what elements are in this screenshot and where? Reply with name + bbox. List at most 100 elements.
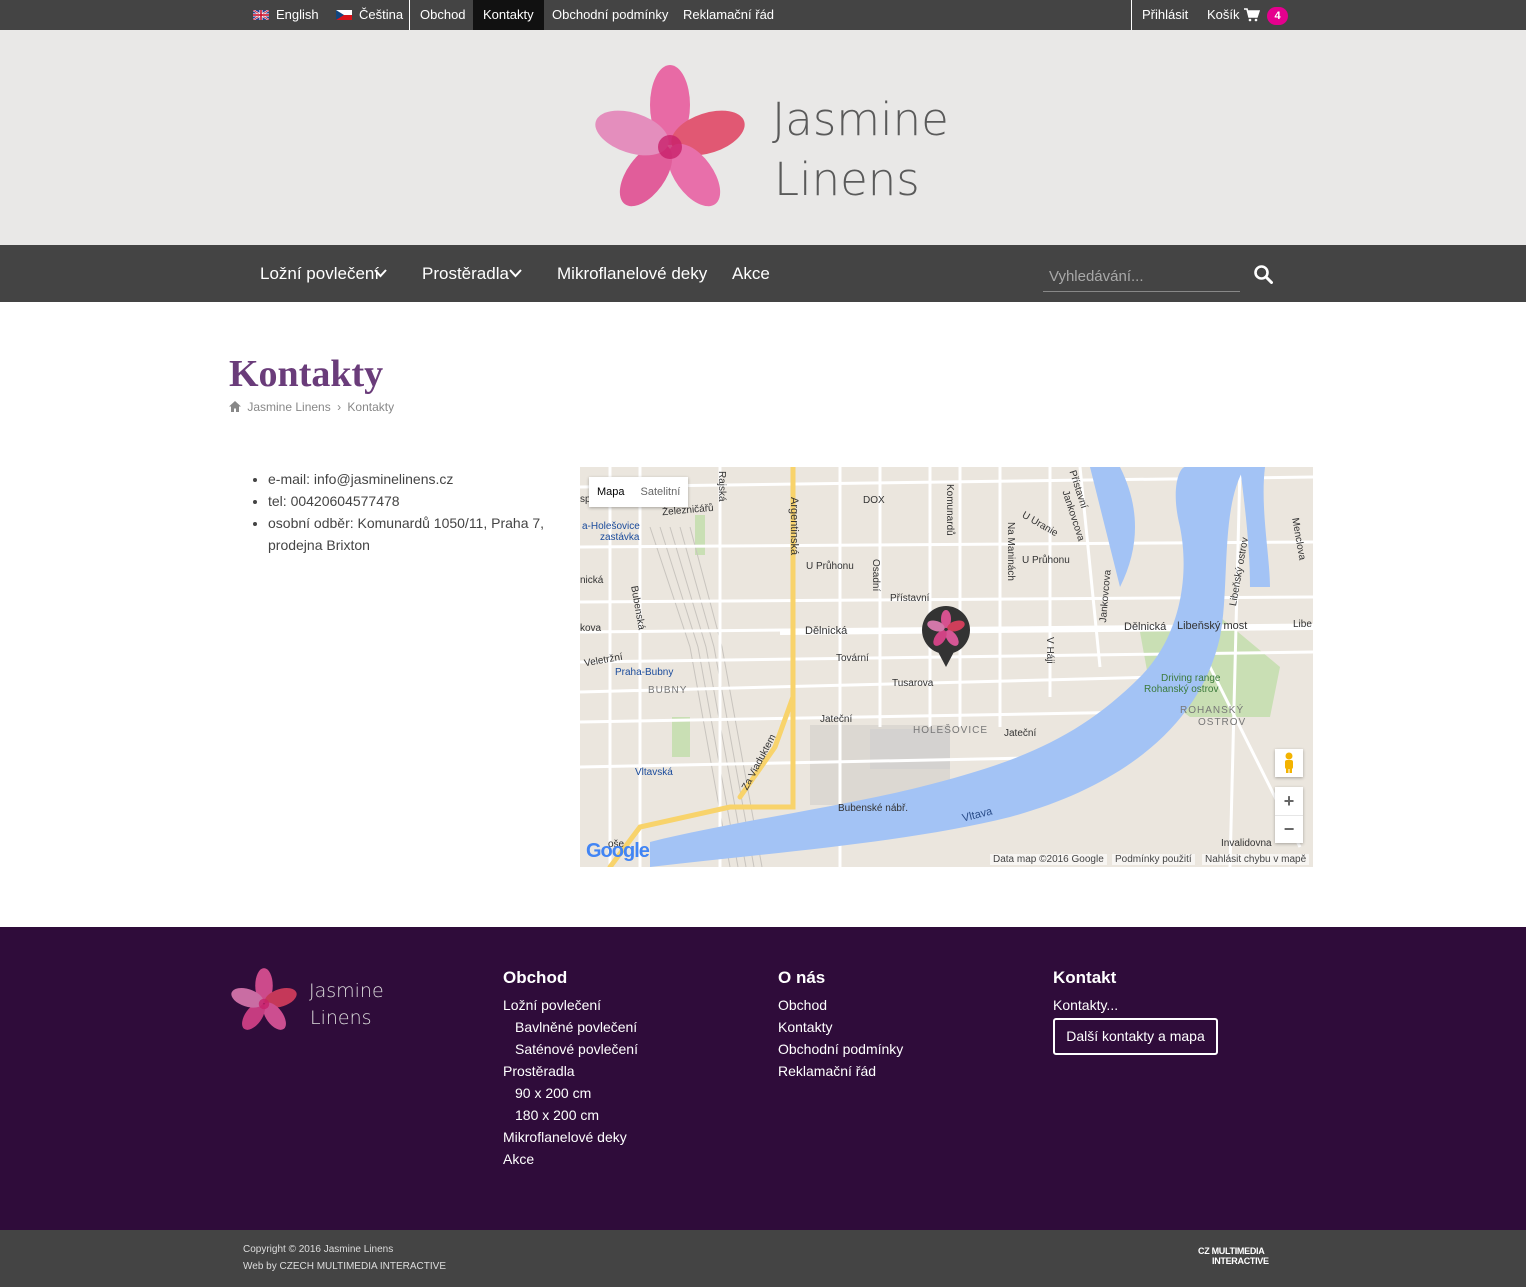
map-terms-link[interactable]: Podmínky použití	[1112, 854, 1195, 865]
footer-link[interactable]: Kontakty	[778, 1019, 832, 1035]
map-label: Jateční	[1004, 728, 1037, 739]
breadcrumb-separator-icon: ›	[337, 400, 342, 414]
cart-icon[interactable]	[1244, 8, 1260, 22]
map-data-attribution: Data map ©2016 Google	[990, 854, 1107, 865]
map-type-switch: Mapa Satelitní	[589, 477, 689, 507]
zoom-in-button[interactable]: +	[1275, 787, 1303, 815]
map-label: Jateční	[820, 714, 853, 725]
map-label: BUBNY	[648, 685, 688, 696]
lang-english[interactable]: English	[276, 0, 319, 30]
breadcrumb-current: Kontakty	[347, 400, 395, 414]
map-label: Dělnická	[805, 625, 848, 637]
lang-czech[interactable]: Čeština	[359, 0, 403, 30]
cz-flag-icon	[336, 10, 352, 20]
top-link-obchodni-podminky[interactable]: Obchodní podmínky	[552, 0, 668, 30]
google-logo[interactable]: Google	[586, 840, 650, 863]
map-label: kova	[580, 623, 602, 634]
footer-brand-line1: Jasmine	[309, 980, 384, 1002]
bottom-bar: Copyright © 2016 Jasmine Linens Web by C…	[0, 1230, 1526, 1287]
map-label: a-Holešovice	[582, 521, 640, 532]
footer-link[interactable]: Reklamační řád	[778, 1063, 876, 1079]
copyright-text: Copyright © 2016 Jasmine Linens	[243, 1244, 394, 1255]
brand-name-line1: Jasmine	[772, 93, 949, 146]
home-icon[interactable]	[229, 401, 241, 412]
map-label: Komunardů	[944, 484, 955, 536]
map-label: Driving range	[1161, 673, 1221, 684]
nav-mikroflanelove-deky[interactable]: Mikroflanelové deky	[557, 245, 707, 302]
pickup-store: prodejna Brixton	[268, 537, 370, 553]
footer-link-kontakty[interactable]: Kontakty...	[1053, 997, 1118, 1013]
map-label: ROHANSKÝ	[1180, 705, 1245, 716]
footer-brand-line2: Linens	[310, 1007, 372, 1029]
footer-heading-o-nas: O nás	[778, 968, 826, 987]
footer-link[interactable]: Obchod	[778, 997, 827, 1013]
nav-lozni-povleceni[interactable]: Ložní povlečení	[260, 245, 379, 302]
map-label: Tusarova	[892, 678, 934, 689]
footer-link[interactable]: Obchodní podmínky	[778, 1041, 903, 1057]
footer-link[interactable]: Ložní povlečení	[503, 997, 601, 1013]
map-label: U Průhonu	[806, 561, 854, 572]
top-link-reklamacni-rad[interactable]: Reklamační řád	[683, 0, 774, 30]
map-label: Rajská	[716, 471, 727, 502]
main-navigation: Ložní povlečení Prostěradla Mikroflanelo…	[0, 245, 1526, 302]
cart-link[interactable]: Košík	[1207, 0, 1240, 30]
top-bar: English Čeština Obchod Kontakty Obchodní…	[0, 0, 1526, 30]
footer-link[interactable]: Akce	[503, 1151, 534, 1167]
google-map[interactable]: Argentinská Dělnická Dělnická Libeňský m…	[580, 467, 1313, 867]
map-report-link[interactable]: Nahlásit chybu v mapě	[1202, 854, 1310, 865]
nav-label: Ložní povlečení	[260, 264, 380, 283]
more-contacts-button[interactable]: Další kontakty a mapa	[1053, 1018, 1218, 1055]
map-label: Invalidovna	[1221, 838, 1272, 849]
footer-link[interactable]: Bavlněné povlečení	[515, 1019, 637, 1035]
footer-link[interactable]: 90 x 200 cm	[515, 1085, 591, 1101]
jasmine-flower-logo-icon[interactable]	[590, 63, 750, 213]
map-type-map-button[interactable]: Mapa	[589, 477, 633, 507]
footer-link[interactable]: Mikroflanelové deky	[503, 1129, 627, 1145]
footer-heading-kontakt: Kontakt	[1053, 968, 1117, 987]
contact-email: e-mail: info@jasminelinens.cz	[268, 468, 550, 490]
zoom-out-button[interactable]: −	[1275, 815, 1303, 843]
footer-heading-obchod: Obchod	[503, 968, 568, 987]
site-header: Jasmine Linens	[0, 30, 1526, 245]
map-label: nická	[580, 575, 604, 586]
map-label: Libe	[1293, 619, 1312, 630]
street-view-pegman-icon[interactable]	[1275, 749, 1303, 777]
footer-flower-logo-icon[interactable]	[229, 967, 299, 1033]
contact-phone: tel: 00420604577478	[268, 490, 550, 512]
logo-line2: INTERACTIVE	[1212, 1256, 1269, 1266]
map-label: U Průhonu	[1022, 555, 1070, 566]
breadcrumb: Jasmine Linens › Kontakty	[229, 400, 394, 414]
logo-line1: CZ MULTIMEDIA	[1198, 1246, 1265, 1256]
map-label: DOX	[863, 495, 885, 506]
map-type-satellite-button[interactable]: Satelitní	[633, 477, 689, 507]
map-label: Dělnická	[1124, 621, 1167, 633]
zoom-controls: + −	[1275, 787, 1303, 843]
nav-prosteradla[interactable]: Prostěradla	[422, 245, 509, 302]
breadcrumb-home[interactable]: Jasmine Linens	[247, 400, 330, 414]
map-label: HOLEŠOVICE	[913, 725, 989, 736]
footer-link[interactable]: Prostěradla	[503, 1063, 575, 1079]
cart-count-badge: 4	[1267, 7, 1288, 25]
map-label: Bubenské nábř.	[838, 803, 909, 814]
map-label: Na Maninách	[1005, 522, 1016, 581]
search-input[interactable]	[1043, 262, 1240, 292]
chevron-down-icon[interactable]	[509, 269, 522, 278]
nav-label: Prostěradla	[422, 264, 509, 283]
footer-link[interactable]: 180 x 200 cm	[515, 1107, 599, 1123]
top-link-obchod[interactable]: Obchod	[420, 0, 466, 30]
chevron-down-icon[interactable]	[374, 269, 387, 278]
contact-pickup: osobní odběr: Komunardů 1050/11, Praha 7…	[268, 512, 550, 556]
nav-akce[interactable]: Akce	[732, 245, 770, 302]
map-label: Argentinská	[788, 497, 800, 556]
map-label: Libeňský most	[1177, 620, 1248, 632]
czech-multimedia-logo[interactable]: CZ MULTIMEDIA INTERACTIVE	[1198, 1246, 1269, 1266]
web-by-link[interactable]: Web by CZECH MULTIMEDIA INTERACTIVE	[243, 1261, 446, 1272]
top-link-kontakty[interactable]: Kontakty	[473, 0, 544, 30]
google-logo-text: Google	[586, 840, 650, 862]
divider	[1131, 0, 1132, 30]
search-icon[interactable]	[1254, 265, 1273, 284]
footer-link[interactable]: Saténové povlečení	[515, 1041, 638, 1057]
brand-name-line2: Linens	[774, 153, 920, 206]
map-label: Přístavní	[890, 593, 930, 604]
login-link[interactable]: Přihlásit	[1142, 0, 1188, 30]
